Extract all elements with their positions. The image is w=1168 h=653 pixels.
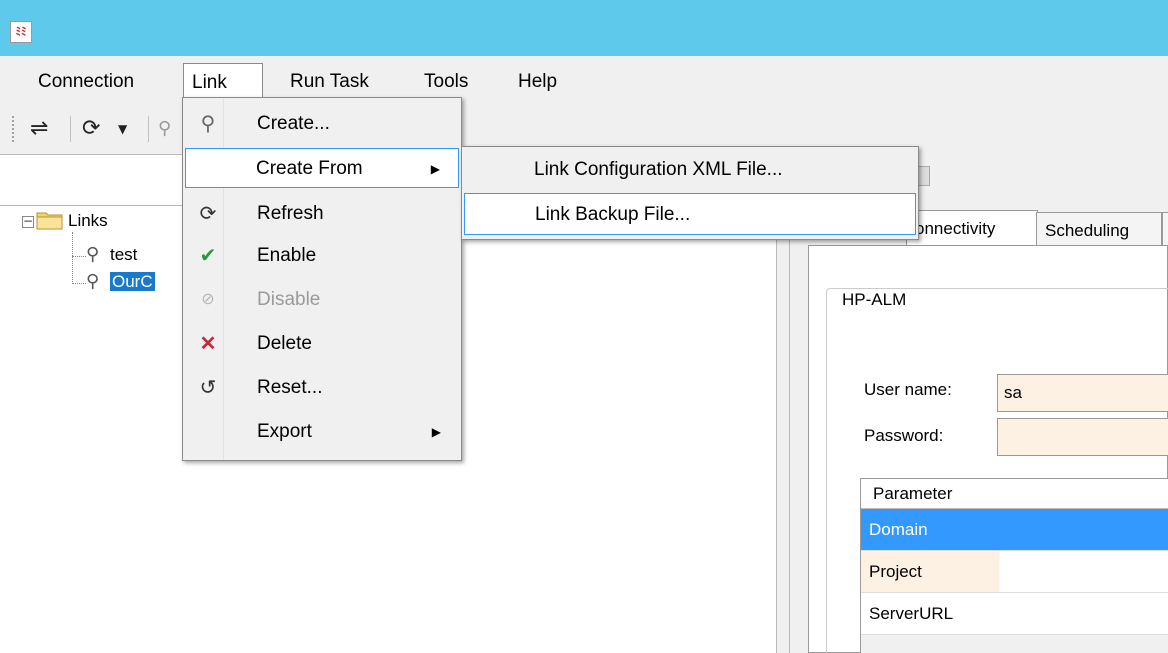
username-input[interactable]: sa — [997, 374, 1168, 412]
menu-bar: Connection Link Run Task Tools Help — [0, 56, 1168, 105]
menu-item-label: Reset... — [257, 377, 323, 398]
refresh-toolbar-icon[interactable]: ⟳ — [82, 114, 100, 144]
submenu-item-label: Link Configuration XML File... — [534, 159, 783, 180]
grid-row[interactable]: ServerURL — [861, 593, 1168, 635]
menu-run-task[interactable]: Run Task — [290, 66, 369, 98]
create-from-submenu: Link Configuration XML File... Link Back… — [461, 146, 919, 240]
grid-header-parameter[interactable]: Parameter — [861, 479, 1168, 509]
dropdown-arrow-icon[interactable]: ▼ — [118, 114, 127, 144]
folder-icon — [36, 212, 63, 230]
menu-connection[interactable]: Connection — [38, 66, 134, 98]
menu-item-label: Create From — [256, 158, 363, 179]
tree-node-selected[interactable]: OurC — [110, 269, 155, 295]
submenu-arrow-icon: ▶ — [430, 162, 440, 176]
menu-item-reset[interactable]: ↺ Reset... — [185, 368, 459, 408]
menu-item-label: Create... — [257, 113, 330, 134]
submenu-item-xml[interactable]: Link Configuration XML File... — [464, 149, 916, 191]
submenu-item-backup[interactable]: Link Backup File... — [464, 193, 916, 235]
app-icon[interactable]: ﾐﾐ — [10, 21, 32, 43]
menu-item-delete[interactable]: ✕ Delete — [185, 324, 459, 364]
create-link-icon: ⚲ — [200, 113, 216, 135]
tab-next[interactable] — [1162, 212, 1168, 248]
menu-help[interactable]: Help — [518, 66, 557, 98]
tree-connector — [72, 283, 86, 284]
grid-row-selected[interactable]: Domain — [861, 509, 1168, 551]
submenu-item-label: Link Backup File... — [535, 204, 691, 225]
refresh-icon: ⟳ — [199, 203, 217, 225]
tree-connector — [72, 232, 73, 284]
tree-node-test[interactable]: test — [110, 242, 137, 268]
link-toolbar-icon[interactable]: ⚲ — [158, 114, 171, 144]
delete-icon: ✕ — [199, 333, 217, 355]
menu-item-label: Export — [257, 421, 312, 442]
menu-tools[interactable]: Tools — [424, 66, 468, 98]
tab-connectivity[interactable]: onnectivity — [906, 210, 1038, 246]
password-input[interactable] — [997, 418, 1168, 456]
link-icon: ⚲ — [86, 244, 100, 265]
menu-item-label: Delete — [257, 333, 312, 354]
tree-node-label: OurC — [110, 272, 155, 291]
menu-item-label: Refresh — [257, 203, 324, 224]
menu-item-enable[interactable]: ✔ Enable — [185, 236, 459, 276]
menu-item-disable[interactable]: ⊘ Disable — [185, 280, 459, 320]
menu-item-create-from[interactable]: Create From ▶ — [185, 148, 459, 188]
menu-item-label: Enable — [257, 245, 317, 266]
menu-item-export[interactable]: Export ▶ — [185, 412, 459, 452]
group-title: HP-ALM — [838, 290, 911, 310]
toolbar-grip[interactable] — [12, 116, 18, 142]
disable-icon: ⊘ — [201, 291, 215, 308]
toolbar-separator — [148, 116, 149, 142]
menu-item-refresh[interactable]: ⟳ Refresh — [185, 194, 459, 234]
submenu-arrow-icon: ▶ — [431, 425, 441, 439]
tree-connector — [72, 256, 86, 257]
toolbar-separator — [70, 116, 71, 142]
tab-scheduling[interactable]: Scheduling — [1036, 212, 1162, 248]
reset-icon: ↺ — [199, 377, 217, 399]
link-icon: ⚲ — [86, 271, 100, 292]
link-menu-dropdown: ⚲ Create... Create From ▶ ⟳ Refresh ✔ En… — [182, 97, 462, 461]
check-icon: ✔ — [199, 245, 217, 267]
username-label: User name: — [864, 380, 952, 399]
password-label: Password: — [864, 426, 944, 445]
menu-item-label: Disable — [257, 289, 321, 310]
menu-item-create[interactable]: ⚲ Create... — [185, 104, 459, 144]
grid-row[interactable]: Project — [861, 551, 1168, 593]
title-bar: ﾐﾐ — [0, 0, 1168, 56]
parameter-grid: Parameter Domain Project ServerURL — [860, 478, 1168, 653]
tree-node-links[interactable]: Links — [68, 208, 108, 234]
switch-arrows-icon[interactable]: ⇌ — [30, 114, 48, 144]
collapse-icon[interactable]: − — [22, 215, 34, 228]
grid-footer — [861, 635, 1168, 653]
